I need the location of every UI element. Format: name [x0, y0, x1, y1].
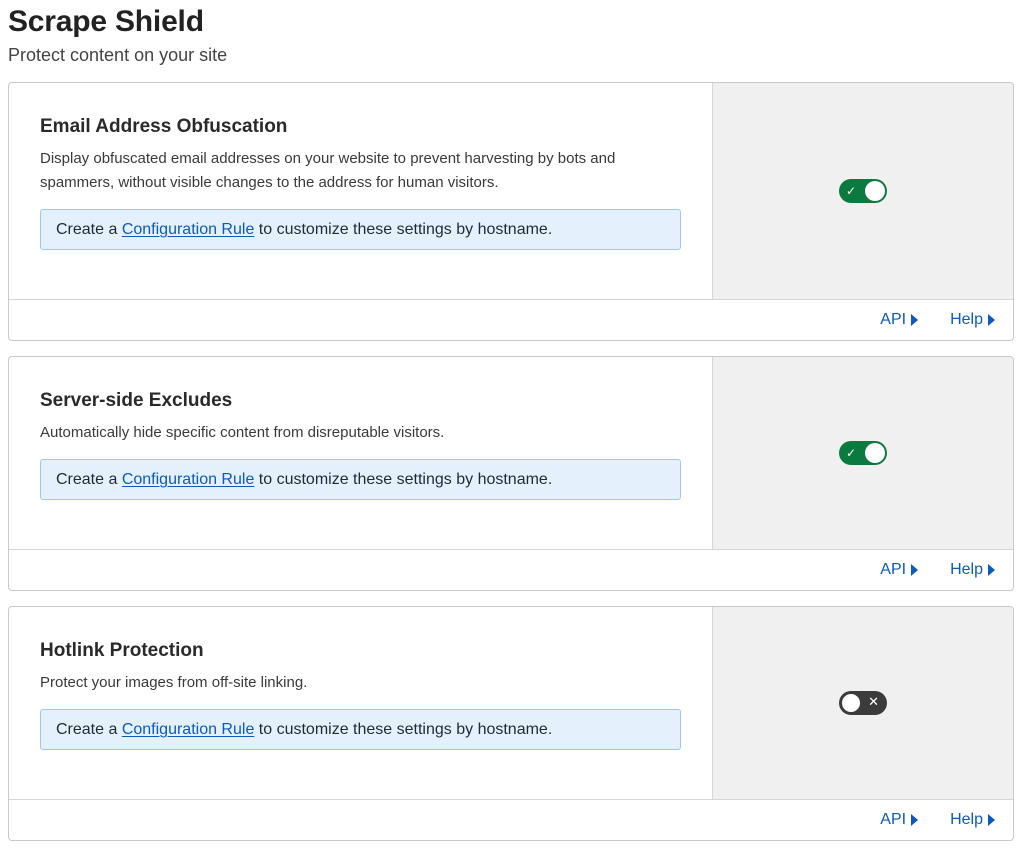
- hotlink-protection-toggle[interactable]: ✕: [839, 691, 887, 715]
- caret-right-icon: [988, 314, 995, 326]
- caret-right-icon: [911, 314, 919, 326]
- help-link[interactable]: Help: [950, 811, 995, 829]
- card-title: Server-side Excludes: [40, 390, 233, 411]
- configuration-rule-info: Create a Configuration Rule to customize…: [40, 209, 681, 250]
- info-suffix: to customize these settings by hostname.: [254, 471, 553, 488]
- api-link-label: API: [880, 311, 907, 328]
- configuration-rule-info: Create a Configuration Rule to customize…: [40, 709, 681, 750]
- card-title: Email Address Obfuscation: [40, 116, 288, 137]
- card-description-line: Display obfuscated email addresses on yo…: [40, 150, 616, 167]
- help-link[interactable]: Help: [950, 561, 995, 579]
- info-prefix: Create a: [56, 721, 122, 738]
- toggle-knob: [865, 443, 885, 463]
- configuration-rule-info: Create a Configuration Rule to customize…: [40, 459, 681, 500]
- configuration-rule-link[interactable]: Configuration Rule: [122, 221, 255, 238]
- card-description: Display obfuscated email addresses on yo…: [40, 147, 681, 195]
- card-body: Hotlink Protection Protect your images f…: [9, 607, 1013, 800]
- card-title: Hotlink Protection: [40, 640, 204, 661]
- info-suffix: to customize these settings by hostname.: [254, 221, 553, 238]
- card-footer: API Help: [9, 300, 1013, 340]
- card-control-panel: ✓: [712, 83, 1013, 299]
- card-description-line: Automatically hide specific content from…: [40, 424, 445, 441]
- card-hotlink-protection: Hotlink Protection Protect your images f…: [8, 606, 1014, 841]
- card-content: Hotlink Protection Protect your images f…: [9, 607, 712, 799]
- card-description: Protect your images from off-site linkin…: [40, 671, 681, 695]
- card-control-panel: ✓: [712, 357, 1013, 549]
- email-obfuscation-toggle[interactable]: ✓: [839, 179, 887, 203]
- card-description: Automatically hide specific content from…: [40, 421, 681, 445]
- check-icon: ✓: [846, 446, 857, 460]
- check-icon: ✓: [846, 184, 857, 198]
- card-description-line: spammers, without visible changes to the…: [40, 174, 499, 191]
- card-body: Server-side Excludes Automatically hide …: [9, 357, 1013, 550]
- configuration-rule-link[interactable]: Configuration Rule: [122, 471, 255, 488]
- api-link-label: API: [880, 561, 907, 578]
- caret-right-icon: [911, 814, 919, 826]
- card-body: Email Address Obfuscation Display obfusc…: [9, 83, 1013, 300]
- card-footer: API Help: [9, 800, 1013, 840]
- caret-right-icon: [988, 814, 995, 826]
- page-header: Scrape Shield Protect content on your si…: [8, 4, 227, 66]
- card-control-panel: ✕: [712, 607, 1013, 799]
- card-footer: API Help: [9, 550, 1013, 590]
- toggle-knob: [841, 693, 861, 713]
- card-server-side-excludes: Server-side Excludes Automatically hide …: [8, 356, 1014, 591]
- help-link-label: Help: [950, 811, 983, 828]
- card-email-address-obfuscation: Email Address Obfuscation Display obfusc…: [8, 82, 1014, 341]
- help-link-label: Help: [950, 311, 983, 328]
- info-suffix: to customize these settings by hostname.: [254, 721, 553, 738]
- info-prefix: Create a: [56, 471, 122, 488]
- help-link[interactable]: Help: [950, 311, 995, 329]
- server-side-excludes-toggle[interactable]: ✓: [839, 441, 887, 465]
- page-title: Scrape Shield: [8, 5, 204, 38]
- page-subtitle: Protect content on your site: [8, 45, 228, 65]
- api-link[interactable]: API: [880, 811, 919, 829]
- help-link-label: Help: [950, 561, 983, 578]
- api-link-label: API: [880, 811, 907, 828]
- card-content: Email Address Obfuscation Display obfusc…: [9, 83, 712, 299]
- card-description-line: Protect your images from off-site linkin…: [40, 674, 308, 691]
- configuration-rule-link[interactable]: Configuration Rule: [122, 721, 255, 738]
- card-content: Server-side Excludes Automatically hide …: [9, 357, 712, 549]
- api-link[interactable]: API: [880, 561, 919, 579]
- toggle-knob: [865, 181, 885, 201]
- api-link[interactable]: API: [880, 311, 919, 329]
- caret-right-icon: [988, 564, 995, 576]
- x-icon: ✕: [868, 695, 879, 710]
- info-prefix: Create a: [56, 221, 122, 238]
- caret-right-icon: [911, 564, 919, 576]
